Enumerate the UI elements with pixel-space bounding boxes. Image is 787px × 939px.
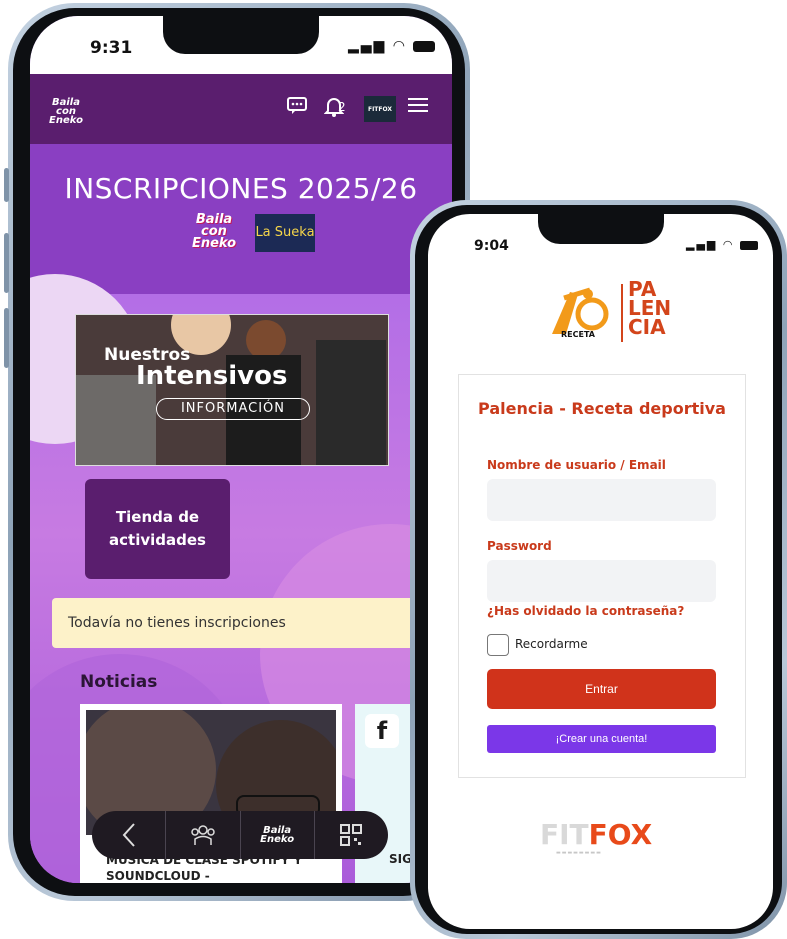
receta-tag: RECETA	[561, 330, 595, 339]
fitfox-logo-part: FOX	[588, 818, 653, 851]
wifi-icon: ◠	[392, 38, 407, 54]
status-icons: ▂▄▆ ◠	[686, 238, 758, 251]
home-logo-icon[interactable]: Baila Eneko	[239, 811, 314, 859]
forgot-password-link[interactable]: ¿Has olvidado la contraseña?	[487, 604, 684, 618]
username-input[interactable]	[487, 479, 716, 521]
status-time: 9:04	[474, 238, 509, 254]
main-content: Nuestros Intensivos INFORMACIÓN Tienda d…	[30, 274, 452, 883]
qr-icon[interactable]	[313, 811, 388, 859]
password-input[interactable]	[487, 560, 716, 602]
phone-left: 9:31 ▂▄▆ ◠ Baila con Eneko 2 FITFOX INSC…	[4, 3, 470, 901]
banner-photo-person	[316, 340, 386, 465]
banner-info-button[interactable]: INFORMACIÓN	[156, 398, 310, 420]
notch	[163, 16, 319, 54]
battery-icon	[740, 240, 758, 250]
phone-screen: 9:31 ▂▄▆ ◠ Baila con Eneko 2 FITFOX INSC…	[30, 16, 452, 883]
battery-icon	[413, 40, 436, 52]
status-bar: 9:31 ▂▄▆ ◠	[30, 16, 452, 74]
fitfox-logo: FITFOX	[540, 818, 652, 851]
logo-text-line: CIA	[628, 315, 666, 339]
fitfox-tagline: ▬▬▬▬▬▬▬▬	[556, 850, 602, 856]
phone-right: 9:04 ▂▄▆ ◠ RECETA PA LEN CIA Palencia - …	[410, 200, 787, 939]
logo-divider	[621, 284, 623, 342]
bottom-nav: Baila Eneko	[92, 811, 388, 859]
login-button[interactable]: Entrar	[487, 669, 716, 709]
volume-down-button	[4, 308, 9, 368]
create-account-button[interactable]: ¡Crear una cuenta!	[487, 725, 716, 753]
banner-title-line2: Intensivos	[136, 361, 288, 391]
wifi-icon: ◠	[722, 238, 735, 251]
mute-switch	[4, 168, 9, 202]
status-icons: ▂▄▆ ◠	[348, 38, 436, 54]
signal-icon: ▂▄▆	[348, 38, 387, 54]
signal-icon: ▂▄▆	[686, 238, 718, 251]
phone-screen: 9:04 ▂▄▆ ◠ RECETA PA LEN CIA Palencia - …	[428, 214, 773, 929]
notch	[538, 214, 664, 244]
news-title: SIG	[389, 852, 412, 866]
group-icon[interactable]	[165, 811, 239, 859]
remember-checkbox[interactable]	[487, 634, 509, 656]
username-label: Nombre de usuario / Email	[487, 458, 666, 472]
chat-icon[interactable]	[286, 96, 308, 121]
bell-icon[interactable]: 2	[323, 96, 346, 123]
app-header: Baila con Eneko 2 FITFOX	[30, 74, 452, 144]
form-title: Palencia - Receta deportiva	[478, 399, 726, 418]
notification-count: 2	[338, 100, 346, 114]
password-label: Password	[487, 539, 552, 553]
logo-baila-con-eneko: Baila con Eneko	[191, 212, 237, 251]
remember-label: Recordarme	[515, 637, 588, 651]
app-logo[interactable]: Baila con Eneko	[48, 98, 84, 126]
login-form: Palencia - Receta deportiva Nombre de us…	[458, 374, 746, 778]
intensivos-banner[interactable]: Nuestros Intensivos INFORMACIÓN	[75, 314, 389, 466]
menu-icon[interactable]	[408, 96, 428, 119]
fitfox-logo-part: FIT	[540, 818, 589, 851]
no-inscripciones-alert: Todavía no tienes inscripciones	[52, 598, 452, 648]
noticias-heading: Noticias	[80, 672, 158, 692]
fitfox-badge[interactable]: FITFOX	[364, 96, 396, 122]
logo-la-sueka: La Sueka	[255, 214, 315, 252]
palencia-logo-text: PA LEN CIA	[628, 279, 671, 339]
tienda-actividades-button[interactable]: Tienda de actividades	[85, 479, 230, 579]
hero-section: INSCRIPCIONES 2025/26 Baila con Eneko La…	[30, 144, 452, 294]
volume-up-button	[4, 233, 9, 293]
page-title: INSCRIPCIONES 2025/26	[64, 172, 418, 205]
facebook-icon: f	[365, 714, 399, 748]
back-icon[interactable]	[92, 811, 165, 859]
banner-photo-person	[246, 320, 286, 360]
status-time: 9:31	[90, 38, 133, 58]
